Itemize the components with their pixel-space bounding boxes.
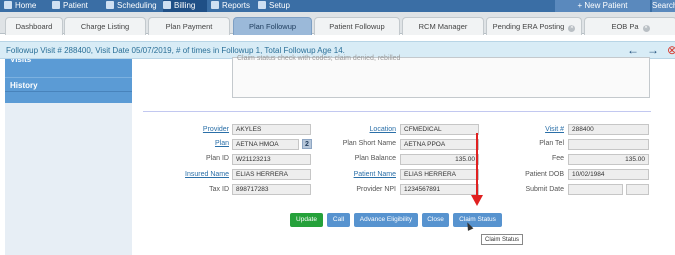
home-icon <box>4 1 12 9</box>
plan-short-name-label: Plan Short Name <box>342 140 396 147</box>
arrow-right-icon[interactable]: → <box>647 43 659 57</box>
sidebar-item-visits[interactable]: Visits <box>5 59 137 66</box>
plan-balance-field[interactable]: 135.00 <box>400 154 479 165</box>
submit-date-extra-field[interactable] <box>626 184 649 195</box>
annotation-arrow-head-icon <box>471 195 483 206</box>
patient-dob-field[interactable]: 10/02/1984 <box>568 169 649 180</box>
plan-id-label: Plan ID <box>206 155 229 162</box>
tax-id-label: Tax ID <box>209 186 229 193</box>
plan-label[interactable]: Plan <box>170 139 229 149</box>
new-patient-button[interactable]: + New Patient <box>555 0 650 12</box>
reports-icon <box>211 1 219 9</box>
patient-name-field[interactable]: ELIAS HERRERA <box>400 169 479 180</box>
sidebar-item-history[interactable]: History <box>5 77 132 92</box>
plan-id-field[interactable]: W21123213 <box>232 154 311 165</box>
claim-status-button[interactable]: Claim Status <box>453 213 502 227</box>
sidebar: Visits History <box>5 59 132 255</box>
fee-field[interactable]: 135.00 <box>568 154 649 165</box>
claim-status-tooltip: Claim Status <box>481 234 524 245</box>
nav-reports[interactable]: Reports <box>211 0 250 12</box>
wrench-icon <box>258 1 266 9</box>
tab-dashboard[interactable]: Dashboard <box>5 17 63 35</box>
submit-date-field[interactable] <box>568 184 623 195</box>
close-tab-icon[interactable]: × <box>568 25 576 32</box>
visit-number-field[interactable]: 288400 <box>568 124 649 135</box>
location-label[interactable]: Location <box>330 125 396 135</box>
top-nav: Home Patient Scheduling Billing Reports … <box>0 0 675 12</box>
plan-count-badge[interactable]: 2 <box>302 139 312 149</box>
location-field[interactable]: CFMEDICAL <box>400 124 479 135</box>
nav-home[interactable]: Home <box>4 0 36 12</box>
plan-short-name-field[interactable]: AETNA PPOA <box>400 139 479 150</box>
advance-eligibility-button[interactable]: Advance Eligibility <box>354 213 418 227</box>
notes-textarea[interactable]: Claim status check with codes; claim den… <box>232 55 650 98</box>
patient-icon <box>52 1 60 9</box>
close-tab-icon[interactable]: × <box>642 25 650 32</box>
nav-patient[interactable]: Patient <box>52 0 88 12</box>
submit-date-label: Submit Date <box>525 186 564 193</box>
nav-billing[interactable]: Billing <box>163 0 207 12</box>
close-button[interactable]: Close <box>422 213 449 227</box>
sidebar-panel <box>5 103 132 255</box>
plan-field[interactable]: AETNA HMOA <box>232 139 299 150</box>
tab-rcm-manager[interactable]: RCM Manager <box>402 17 484 35</box>
arrow-left-icon[interactable]: ← <box>627 43 639 57</box>
nav-setup[interactable]: Setup <box>258 0 290 12</box>
tab-charge-listing[interactable]: Charge Listing <box>64 17 146 35</box>
insured-name-field[interactable]: ELIAS HERRERA <box>232 169 311 180</box>
fee-label: Fee <box>551 155 564 162</box>
billing-icon <box>163 1 171 9</box>
tax-id-field[interactable]: 898717283 <box>232 184 311 195</box>
calendar-icon <box>106 1 114 9</box>
tab-pending-era-posting[interactable]: Pending ERA Posting × <box>486 17 582 35</box>
tab-patient-followup[interactable]: Patient Followup <box>314 17 400 35</box>
patient-name-label[interactable]: Patient Name <box>330 170 396 180</box>
call-button[interactable]: Call <box>327 213 350 227</box>
provider-npi-field[interactable]: 1234567891 <box>400 184 479 195</box>
visit-number-label[interactable]: Visit # <box>510 125 564 135</box>
provider-field[interactable]: AKYLES <box>232 124 311 135</box>
provider-label[interactable]: Provider <box>170 125 229 135</box>
nav-scheduling[interactable]: Scheduling <box>106 0 157 12</box>
search-button[interactable]: Search <box>652 0 675 12</box>
tab-eob-payment[interactable]: EOB Pa × <box>584 17 675 35</box>
plan-tel-label: Plan Tel <box>539 140 564 147</box>
annotation-arrow-shaft <box>476 133 478 197</box>
insured-name-label[interactable]: Insured Name <box>170 170 229 180</box>
plan-tel-field[interactable] <box>568 139 649 150</box>
tab-bar: Dashboard Charge Listing Plan Payment Pl… <box>0 12 675 35</box>
tab-plan-followup[interactable]: Plan Followup <box>233 17 312 35</box>
tab-plan-payment[interactable]: Plan Payment <box>148 17 230 35</box>
divider <box>143 111 651 112</box>
patient-dob-label: Patient DOB <box>525 171 564 178</box>
close-icon[interactable]: ⊗ <box>667 43 675 57</box>
update-button[interactable]: Update <box>290 213 323 227</box>
provider-npi-label: Provider NPI <box>356 186 396 193</box>
plan-balance-label: Plan Balance <box>354 155 396 162</box>
notes-text: Claim status check with codes; claim den… <box>237 55 401 62</box>
